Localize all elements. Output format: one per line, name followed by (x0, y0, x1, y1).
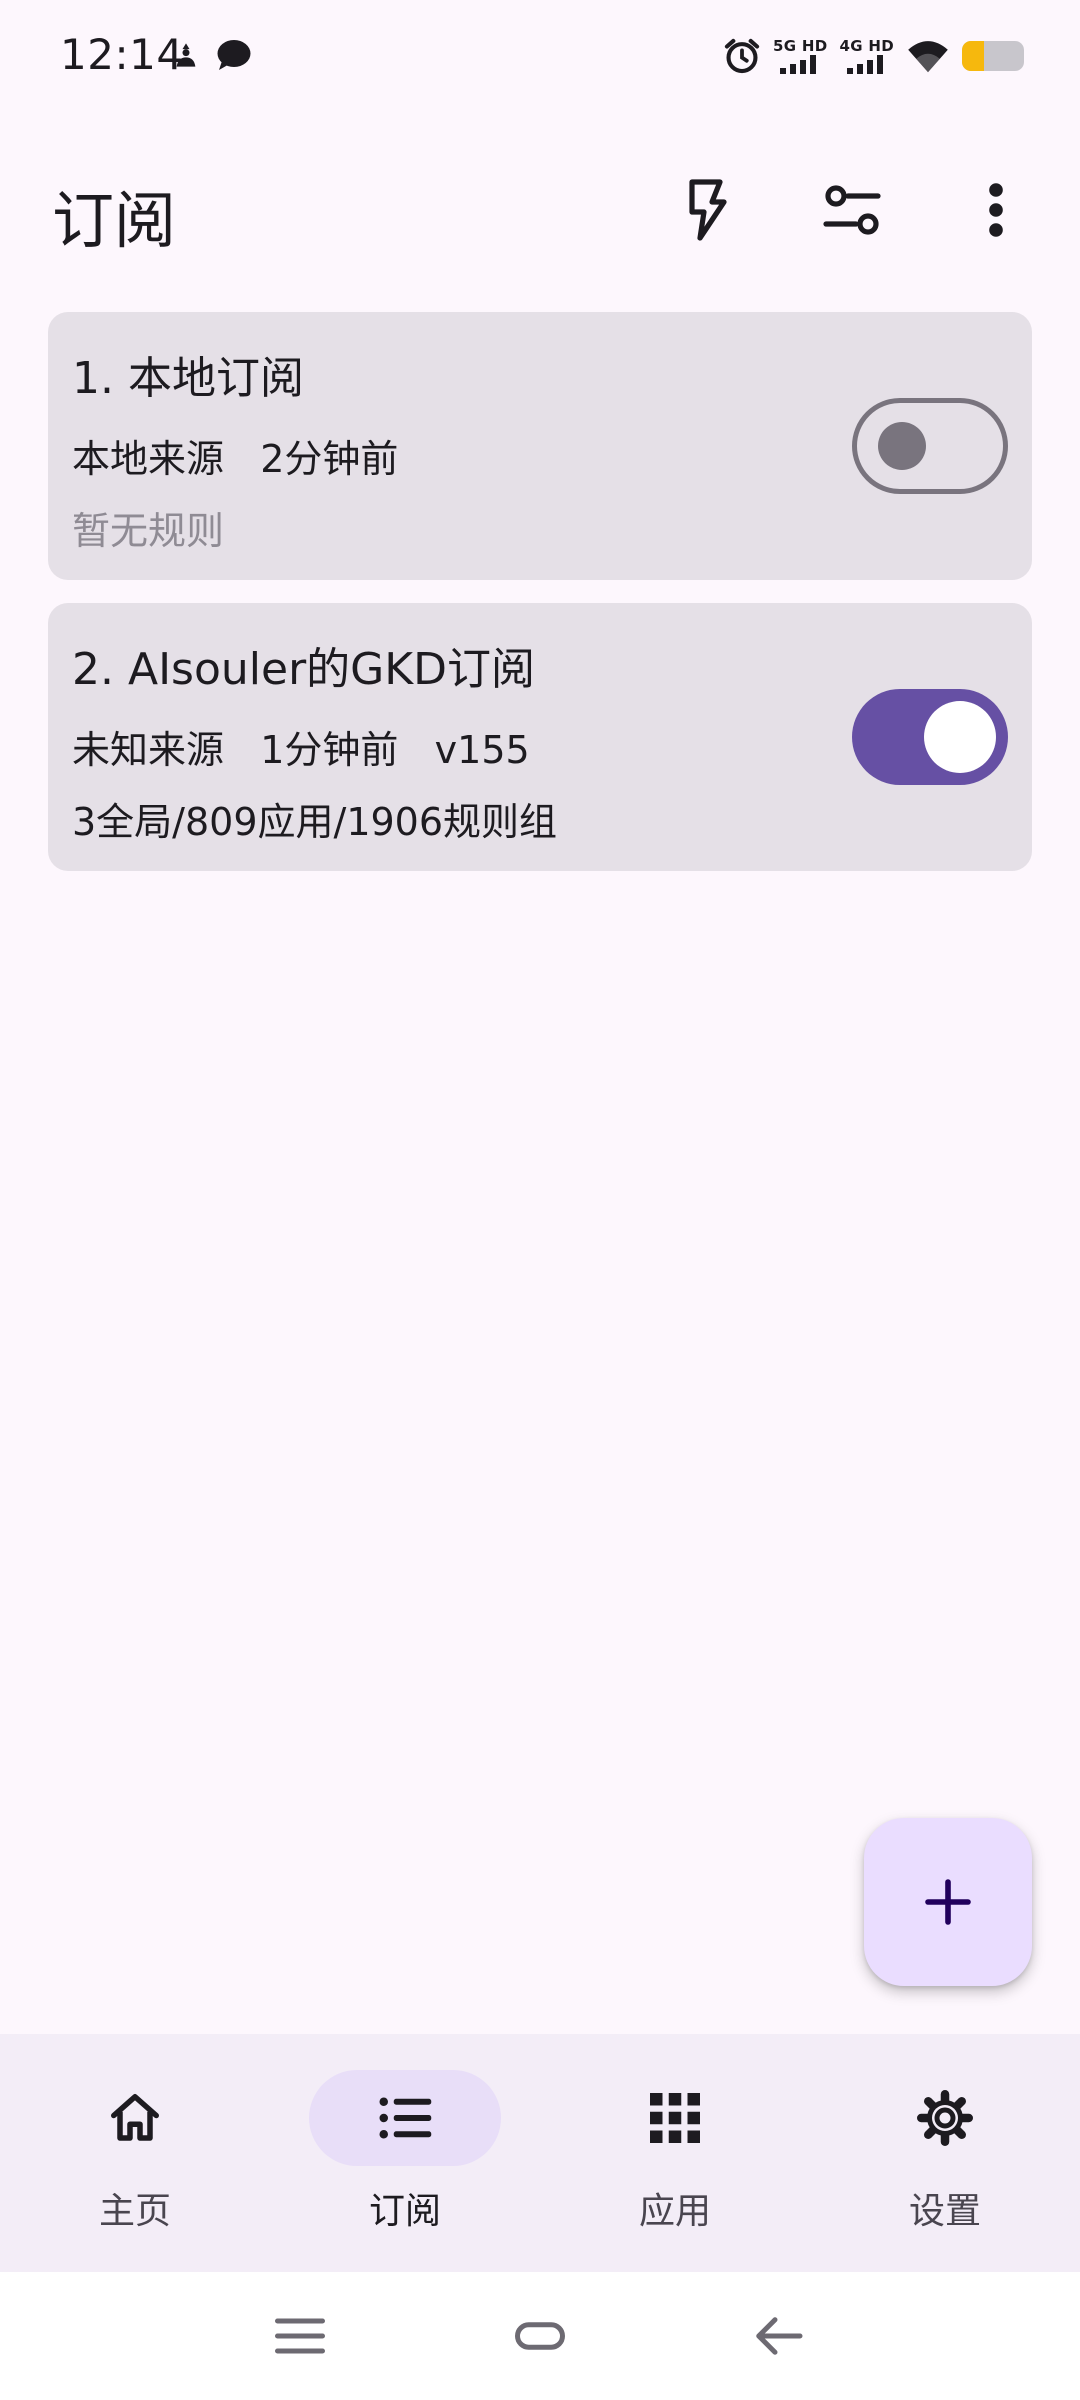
battery-icon (962, 41, 1024, 71)
recent-apps-button[interactable] (270, 2306, 330, 2366)
menu-icon (275, 2318, 325, 2354)
signal-bars-icon (846, 55, 883, 74)
top-app-bar: 订阅 (0, 150, 1080, 270)
subscription-rules-summary: 3全局/809应用/1906规则组 (72, 800, 558, 844)
nav-item-settings[interactable]: 设置 (810, 2034, 1080, 2272)
nav-label: 应用 (638, 2191, 711, 2232)
status-notification-icons (172, 38, 252, 72)
flash-button[interactable] (668, 170, 748, 250)
signal-4g-indicator: 4G HD (840, 32, 894, 80)
home-button[interactable] (510, 2306, 570, 2366)
subscription-rules-summary: 暂无规则 (72, 509, 225, 553)
nav-item-apps[interactable]: 应用 (540, 2034, 810, 2272)
system-navigation-bar (0, 2272, 1080, 2400)
net2-label: 4G HD (839, 37, 894, 55)
subscription-toggle[interactable] (852, 398, 1008, 494)
nav-label: 主页 (98, 2191, 171, 2232)
chat-bubble-icon (217, 40, 251, 70)
wifi-icon (908, 41, 948, 73)
status-time: 12:14 (60, 30, 184, 79)
subscription-title: 1. 本地订阅 (72, 353, 304, 404)
back-button[interactable] (750, 2306, 810, 2366)
bottom-navigation: 主页 订阅 应用 设置 (0, 2034, 1080, 2272)
back-arrow-icon (756, 2317, 803, 2355)
subscription-card[interactable]: 1. 本地订阅 本地来源 2分钟前 暂无规则 (48, 312, 1032, 580)
signal-bars-icon (780, 55, 817, 74)
toggle-knob (924, 701, 996, 773)
status-bar: 12:14 5G HD 4G HD (0, 0, 1080, 116)
nav-label: 设置 (908, 2191, 981, 2232)
nav-item-subscriptions[interactable]: 订阅 (270, 2034, 540, 2272)
signal-5g-indicator: 5G HD (773, 32, 827, 80)
page-title: 订阅 (52, 184, 177, 257)
list-icon (379, 2097, 432, 2139)
subscription-card[interactable]: 2. AIsouler的GKD订阅 未知来源 1分钟前 v155 3全局/809… (48, 603, 1032, 871)
home-pill-icon (515, 2322, 565, 2350)
subscription-meta: 本地来源 2分钟前 (72, 437, 399, 481)
battery-level-fill (962, 41, 984, 71)
home-icon (111, 2094, 159, 2141)
more-options-button[interactable] (956, 170, 1036, 250)
nav-label: 订阅 (368, 2191, 441, 2232)
filter-button[interactable] (812, 170, 892, 250)
net1-label: 5G HD (773, 37, 828, 55)
settings-gear-icon (917, 2090, 973, 2146)
status-system-icons: 5G HD 4G HD (723, 32, 1024, 80)
subscription-title: 2. AIsouler的GKD订阅 (72, 644, 535, 695)
plus-icon (925, 1879, 971, 1925)
subscription-toggle[interactable] (852, 689, 1008, 785)
apps-grid-icon (650, 2093, 700, 2143)
more-vert-icon (989, 183, 1003, 237)
flash-icon (689, 179, 727, 241)
person-notification-icon (176, 43, 196, 67)
nav-item-home[interactable]: 主页 (0, 2034, 270, 2272)
tune-icon (823, 185, 881, 235)
subscription-meta: 未知来源 1分钟前 v155 (72, 728, 530, 772)
alarm-icon (724, 38, 760, 74)
add-subscription-button[interactable] (864, 1818, 1032, 1986)
toggle-knob (878, 422, 926, 470)
